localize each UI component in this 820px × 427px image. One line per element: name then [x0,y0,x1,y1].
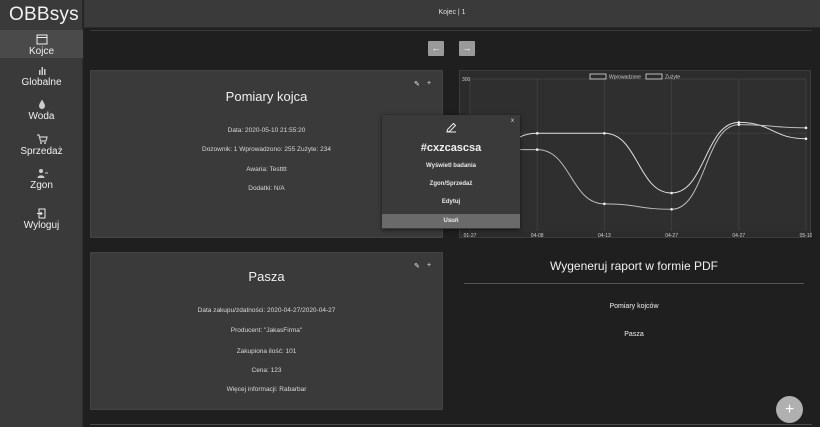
water-drop-icon [38,99,45,109]
add-button[interactable]: + [776,396,803,423]
context-popup: x #cxzcascsa Wyświetl badania Zgon/Sprze… [382,115,520,229]
page-title: Kojec | 1 [438,9,466,16]
death-sale-item[interactable]: Zgon/Sprzedaż [382,181,520,187]
sidebar-item-globalne[interactable]: Globalne [0,65,83,88]
edit-item[interactable]: Edytuj [382,199,520,205]
plot-area [470,79,806,231]
person-minus-icon [37,169,48,178]
data-point [804,137,808,141]
bottom-divider [90,424,812,425]
feed-producer: Producent: "JakasFirma" [230,327,303,334]
data-point [603,131,606,135]
legend-swatch [589,73,607,80]
feed-purchase-date: Data zakupu/zdatności: 2020-04-27/2020-0… [197,307,336,314]
data-point [670,207,673,211]
data-point [670,191,673,195]
next-page-button[interactable]: → [459,41,475,56]
sidebar-item-woda[interactable]: Woda [0,99,83,122]
sidebar-item-label: Sprzedaż [20,146,63,157]
plus-icon[interactable]: + [427,80,431,87]
feed-more-info: Więcej informacji: Rabarbar [226,386,307,393]
feed-card: ✎ + Pasza Data zakupu/zdatności: 2020-04… [90,252,443,410]
data-point [804,126,808,130]
x-tick-label: 04-13 [598,233,611,239]
x-tick-label: 04-08 [531,233,544,239]
feed-price: Cena: 123 [251,367,282,374]
top-bar: Kojec | 1 [84,0,820,28]
card-title: Pomiary kojca [225,89,308,104]
sidebar-item-wyloguj[interactable]: Wyloguj [0,208,83,231]
legend-label: Wprowadzone [609,75,641,81]
sidebar-item-label: Wyloguj [23,220,60,231]
brand-logo: OBBsys [9,4,79,25]
logout-icon [36,208,45,219]
report-link-measurements[interactable]: Pomiary kojców [464,303,804,310]
y-tick-label: 300 [462,77,471,83]
data-point [603,202,606,206]
prev-page-button[interactable]: ← [428,41,444,56]
sidebar-item-label: Globalne [21,77,62,88]
pencil-icon [446,122,457,133]
sidebar-item-label: Kojce [28,46,54,57]
cart-icon [36,134,48,144]
sidebar-item-label: Zgon [30,180,53,191]
pen-box-icon [36,34,47,45]
view-tests-item[interactable]: Wyświetl badania [382,163,520,169]
bar-chart-icon [38,67,45,75]
x-tick-label: 05-10 [800,233,812,239]
sidebar-item-zgon[interactable]: Zgon [0,168,83,191]
data-point [535,148,539,151]
legend-swatch [645,73,663,80]
report-link-feed[interactable]: Pasza [464,331,804,338]
popup-title: #cxzcascsa [420,142,482,154]
close-button[interactable]: x [511,118,514,124]
sidebar-item-label: Woda [28,111,55,122]
top-divider [90,30,812,31]
data-point [535,131,539,135]
report-title: Wygeneruj raport w formie PDF [550,259,718,273]
x-tick-label: 04-27 [732,233,745,239]
sidebar-item-kojce[interactable]: Kojce [0,30,83,58]
report-divider [464,283,804,284]
sidebar: OBBsys Kojce Globalne Woda Sprzedaż Zgon… [0,0,83,427]
legend-label: Zużyte [665,75,680,81]
card-title: Pasza [248,269,285,284]
data-point [737,123,741,126]
pencil-icon[interactable]: ✎ [414,80,420,88]
delete-button[interactable]: Usuń [382,214,520,228]
feed-quantity: Zakupiona ilość: 101 [236,348,297,355]
sidebar-item-sprzedaz[interactable]: Sprzedaż [0,134,83,157]
plus-icon[interactable]: + [427,262,431,269]
x-tick-label: 04-27 [665,233,678,239]
x-tick-label: 01-27 [464,233,477,239]
